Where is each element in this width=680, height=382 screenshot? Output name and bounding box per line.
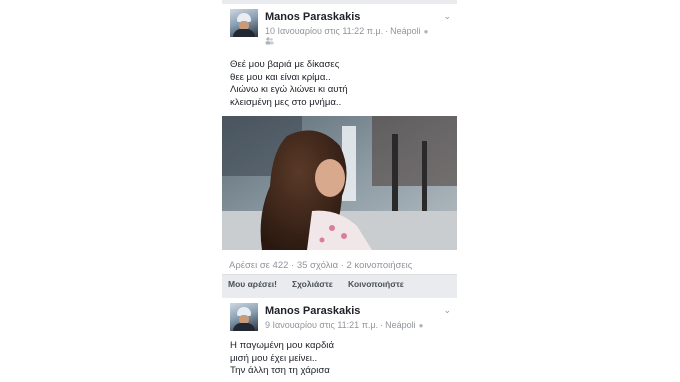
like-button[interactable]: Μου αρέσει! bbox=[228, 279, 277, 289]
author-name[interactable]: Manos Paraskakis bbox=[265, 11, 360, 23]
post-meta: 10 Ιανουαρίου στις 11:22 π.μ. · Neápoli ● bbox=[265, 26, 429, 36]
post-text-line: θεε μου και είναι κρίμα.. bbox=[230, 71, 331, 83]
news-feed: Manos Paraskakis 10 Ιανουαρίου στις 11:2… bbox=[222, 0, 457, 382]
post-text-line: Θεέ μου βαριά με δίκασες bbox=[230, 59, 340, 70]
post-text-line: Την άλλη τση τη χάρισα bbox=[230, 365, 330, 377]
location-pin-icon: ● bbox=[418, 321, 424, 330]
post-card: Manos Paraskakis 10 Ιανουαρίου στις 11:2… bbox=[222, 4, 457, 278]
post-date[interactable]: 10 Ιανουαρίου στις 11:22 π.μ. bbox=[265, 26, 383, 36]
post-text: Θεέ μου βαριά με δίκασες θεε μου και είν… bbox=[230, 59, 348, 109]
chevron-down-icon[interactable]: ⌄ bbox=[443, 305, 451, 316]
location-pin-icon: ● bbox=[423, 27, 429, 36]
post-text-line: μισή μου έχει μείνει.. bbox=[230, 352, 318, 364]
share-button[interactable]: Κοινοποιήστε bbox=[348, 279, 404, 289]
post-actions-bar: Μου αρέσει! Σχολιάστε Κοινοποιήστε bbox=[222, 274, 457, 293]
post-date[interactable]: 9 Ιανουαρίου στις 11:21 π.μ. bbox=[265, 320, 378, 330]
post-meta: 9 Ιανουαρίου στις 11:21 π.μ. · Neápoli ● bbox=[265, 320, 424, 330]
author-name[interactable]: Manos Paraskakis bbox=[265, 305, 360, 317]
avatar[interactable] bbox=[230, 303, 258, 331]
post-text: Η παγωμένη μου καρδιά μισή μου έχει μείν… bbox=[230, 340, 334, 378]
post-card: Manos Paraskakis 9 Ιανουαρίου στις 11:21… bbox=[222, 298, 457, 382]
post-text-line: Η παγωμένη μου καρδιά bbox=[230, 340, 334, 351]
post-photo[interactable] bbox=[222, 116, 457, 250]
post-stats[interactable]: Αρέσει σε 422 · 35 σχόλια · 2 κοινοποιήσ… bbox=[229, 260, 412, 271]
friends-icon bbox=[265, 37, 274, 45]
post-text-line: κλεισμένη μες στο μνήμα.. bbox=[230, 96, 342, 108]
post-location[interactable]: Neápoli bbox=[390, 26, 421, 36]
post-location[interactable]: Neápoli bbox=[385, 320, 416, 330]
chevron-down-icon[interactable]: ⌄ bbox=[443, 11, 451, 22]
post-text-line: Λιώνω κι εγώ λιώνει κι αυτή bbox=[230, 84, 348, 96]
avatar[interactable] bbox=[230, 9, 258, 37]
comment-button[interactable]: Σχολιάστε bbox=[292, 279, 333, 289]
